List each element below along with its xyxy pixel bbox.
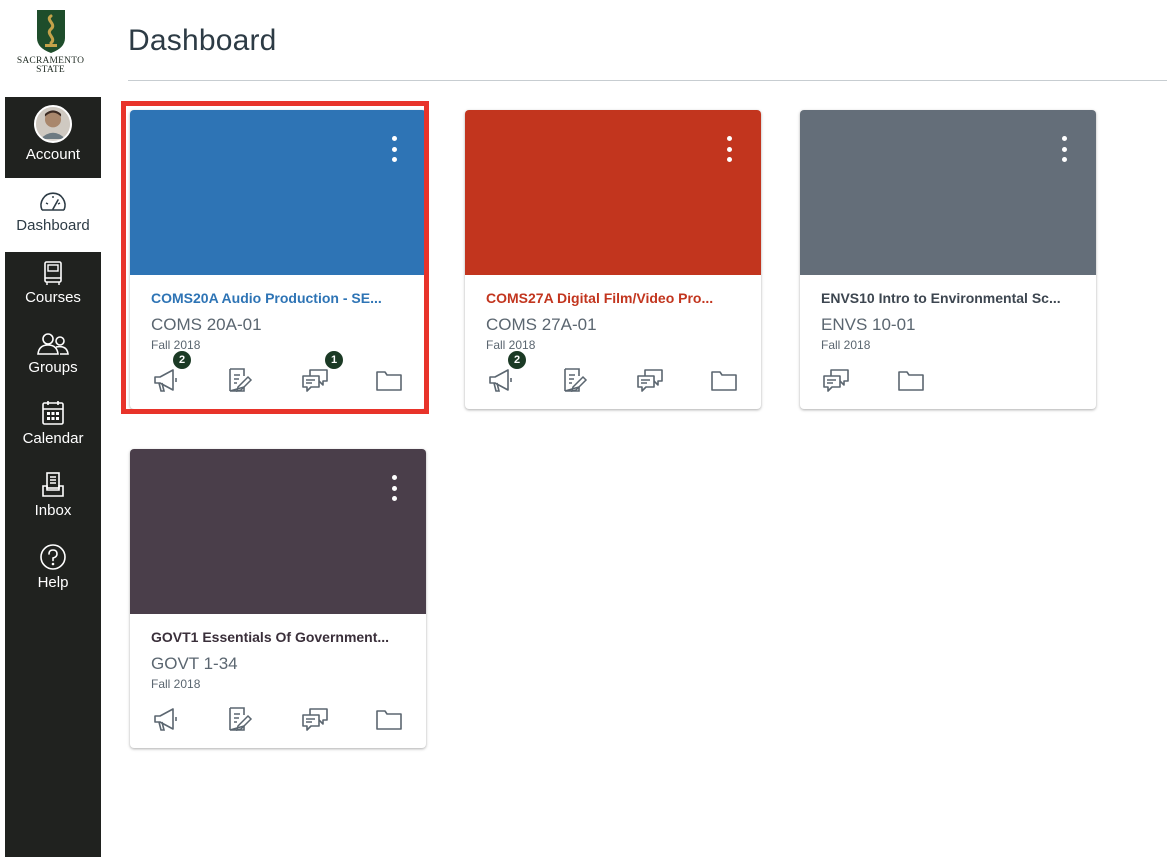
nav-inbox[interactable]: Inbox [5, 471, 101, 519]
card-color-header[interactable] [130, 110, 426, 275]
calendar-icon [40, 399, 66, 427]
announcements-icon[interactable] [151, 704, 181, 734]
groups-people-icon [36, 332, 70, 356]
header-divider [128, 80, 1167, 81]
page-title: Dashboard [128, 24, 277, 57]
nav-calendar-label: Calendar [22, 430, 84, 447]
inbox-icon [40, 471, 66, 499]
course-term: Fall 2018 [486, 338, 536, 352]
logo-text: SACRAMENTO STATE [17, 56, 84, 75]
course-card[interactable]: COMS27A Digital Film/Video Pro... COMS 2… [465, 110, 761, 409]
unread-count-badge: 2 [507, 350, 527, 370]
card-options-kebab-icon[interactable] [727, 136, 733, 162]
nav-calendar[interactable]: Calendar [5, 399, 101, 447]
course-card[interactable]: GOVT1 Essentials Of Government... GOVT 1… [130, 449, 426, 748]
sacramento-state-logo[interactable]: SACRAMENTO STATE [0, 0, 101, 97]
files-icon[interactable] [896, 365, 926, 395]
course-name-link[interactable]: GOVT1 Essentials Of Government... [151, 629, 413, 645]
nav-dashboard-label: Dashboard [16, 217, 90, 234]
card-color-header[interactable] [465, 110, 761, 275]
course-term: Fall 2018 [821, 338, 871, 352]
course-code: COMS 27A-01 [486, 315, 597, 334]
announcements-icon[interactable]: 2 [486, 350, 527, 395]
nav-inbox-label: Inbox [34, 502, 72, 519]
course-term: Fall 2018 [151, 338, 201, 352]
global-nav: Account Dashboard Courses Groups Calenda… [5, 97, 101, 857]
logo-line2: STATE [36, 65, 65, 75]
courses-book-icon [41, 260, 65, 286]
unread-count-badge: 1 [324, 350, 344, 370]
course-name-link[interactable]: COMS20A Audio Production - SE... [151, 290, 413, 306]
unread-count-badge: 2 [172, 350, 192, 370]
course-code: ENVS 10-01 [821, 315, 916, 334]
help-question-icon [39, 543, 67, 571]
course-term: Fall 2018 [151, 677, 201, 691]
card-options-kebab-icon[interactable] [392, 475, 398, 501]
logo-shield-icon [36, 10, 65, 53]
announcements-icon[interactable]: 2 [151, 350, 192, 395]
nav-help-label: Help [37, 574, 69, 591]
nav-courses-label: Courses [25, 289, 81, 306]
assignments-icon[interactable] [559, 365, 589, 395]
assignments-icon[interactable] [224, 365, 254, 395]
course-card[interactable]: COMS20A Audio Production - SE... COMS 20… [130, 110, 426, 409]
user-avatar [34, 105, 72, 143]
course-name-link[interactable]: ENVS10 Intro to Environmental Sc... [821, 290, 1083, 306]
nav-account-label: Account [25, 146, 81, 163]
course-card[interactable]: ENVS10 Intro to Environmental Sc... ENVS… [800, 110, 1096, 409]
dashboard-gauge-icon [38, 190, 68, 214]
nav-groups-label: Groups [28, 359, 78, 376]
nav-help[interactable]: Help [5, 543, 101, 591]
course-name-link[interactable]: COMS27A Digital Film/Video Pro... [486, 290, 748, 306]
card-color-header[interactable] [800, 110, 1096, 275]
discussions-icon[interactable] [821, 365, 851, 395]
files-icon[interactable] [709, 365, 739, 395]
discussions-icon[interactable] [300, 704, 330, 734]
assignments-icon[interactable] [224, 704, 254, 734]
discussions-icon[interactable]: 1 [300, 350, 344, 395]
discussions-icon[interactable] [635, 365, 665, 395]
card-options-kebab-icon[interactable] [1062, 136, 1068, 162]
card-color-header[interactable] [130, 449, 426, 614]
nav-account[interactable]: Account [5, 105, 101, 163]
course-code: GOVT 1-34 [151, 654, 238, 673]
nav-groups[interactable]: Groups [5, 332, 101, 376]
course-code: COMS 20A-01 [151, 315, 262, 334]
nav-courses[interactable]: Courses [5, 260, 101, 306]
nav-dashboard[interactable]: Dashboard [5, 178, 101, 252]
card-options-kebab-icon[interactable] [392, 136, 398, 162]
files-icon[interactable] [374, 365, 404, 395]
files-icon[interactable] [374, 704, 404, 734]
